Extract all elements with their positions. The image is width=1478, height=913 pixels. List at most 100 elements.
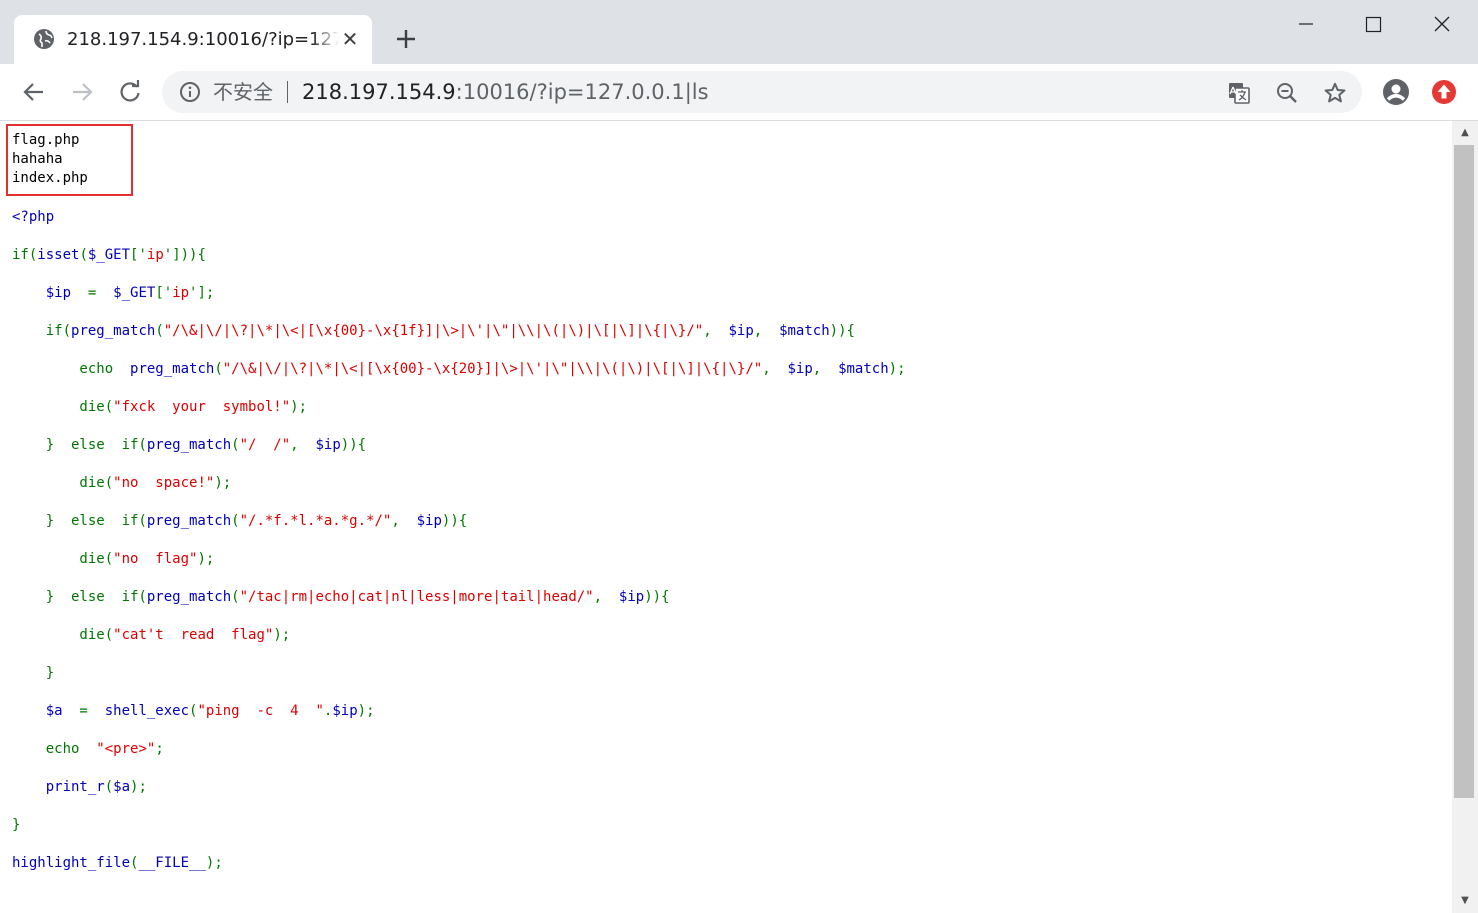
code-token: $ip	[416, 513, 442, 529]
url-host: 218.197.154.9	[302, 80, 456, 104]
url-path: :10016/?ip=127.0.0.1|ls	[455, 80, 709, 104]
minimize-icon[interactable]	[1283, 10, 1329, 38]
code-token: $match	[779, 323, 830, 339]
code-token: "/tac|rm|echo|cat|nl|less|more|tail|head…	[239, 589, 594, 605]
code-token: ,	[290, 437, 316, 453]
code-token: "cat't read flag"	[113, 627, 274, 643]
code-token: $ip	[618, 589, 645, 605]
code-token: if(	[12, 323, 72, 339]
code-token: $ip	[787, 361, 813, 377]
page-content: flag.php hahaha index.php <?php if(isset(…	[0, 121, 1451, 913]
code-token: ,	[812, 361, 839, 377]
vertical-scrollbar[interactable]: ▲ ▼	[1452, 121, 1478, 913]
code-line: highlight_file(__FILE__);	[12, 852, 906, 890]
code-token: die(	[12, 627, 114, 643]
code-token: "<pre>"	[96, 741, 156, 757]
code-token: }	[12, 665, 55, 681]
code-line: die("no flag");	[12, 548, 906, 586]
code-line: } else if(preg_match("/tac|rm|echo|cat|n…	[12, 586, 906, 624]
code-token: )){	[644, 589, 670, 605]
code-line: } else if(preg_match("/.*f.*l.*a.*g.*/",…	[12, 510, 906, 548]
security-label[interactable]: 不安全	[213, 79, 273, 105]
code-token: ;	[155, 741, 164, 757]
forward-arrow-icon[interactable]	[68, 78, 96, 106]
code-line: print_r($a);	[12, 776, 906, 814]
code-token: ,	[593, 589, 619, 605]
browser-tab[interactable]: 218.197.154.9:10016/?ip=127.0.0.1|ls ✕	[14, 15, 372, 64]
command-output: flag.php hahaha index.php	[12, 131, 88, 188]
scroll-down-icon[interactable]: ▼	[1452, 889, 1478, 913]
omnibox-separator	[287, 81, 288, 103]
code-token: __FILE__	[138, 855, 206, 871]
code-token: "/\&|\/|\?|\*|\<|[\x{00}-\x{1f}]|\>|\'|\…	[163, 323, 704, 339]
tab-strip: 218.197.154.9:10016/?ip=127.0.0.1|ls ✕	[0, 0, 1478, 64]
reload-icon[interactable]	[116, 78, 144, 106]
back-arrow-icon[interactable]	[20, 78, 48, 106]
translate-icon[interactable]	[1227, 81, 1251, 105]
code-token: (	[79, 247, 88, 263]
code-line: die("cat't read flag");	[12, 624, 906, 662]
code-token: <?php	[12, 209, 55, 225]
address-bar[interactable]: 不安全 218.197.154.9:10016/?ip=127.0.0.1|ls	[162, 71, 1362, 113]
code-token: preg_match	[130, 361, 215, 377]
code-token: $match	[838, 361, 889, 377]
code-line: }	[12, 814, 906, 852]
code-token: )){	[829, 323, 855, 339]
code-token: =	[62, 703, 105, 719]
code-token: echo	[12, 361, 131, 377]
code-token: "/\&|\/|\?|\*|\<|[\x{00}-\x{20}]|\>|\'|\…	[222, 361, 763, 377]
maximize-icon[interactable]	[1350, 10, 1396, 38]
code-token: $ip	[728, 323, 754, 339]
star-icon[interactable]	[1323, 81, 1347, 105]
code-line: $ip = $_GET['ip'];	[12, 282, 906, 320]
code-line: echo "<pre>";	[12, 738, 906, 776]
zoom-out-icon[interactable]	[1275, 81, 1299, 105]
code-token: } else if(	[12, 437, 147, 453]
code-token: ,	[762, 361, 788, 377]
window-close-icon[interactable]	[1419, 10, 1465, 38]
code-token: "no space!"	[113, 475, 215, 491]
scroll-up-icon[interactable]: ▲	[1452, 121, 1478, 145]
code-token: ['	[155, 285, 173, 301]
code-token: ip	[146, 247, 164, 263]
extension-icon[interactable]	[1431, 79, 1457, 105]
code-line: echo preg_match("/\&|\/|\?|\*|\<|[\x{00}…	[12, 358, 905, 396]
code-token: $_GET	[87, 247, 131, 263]
output-line: flag.php	[12, 132, 80, 148]
code-line: if(isset($_GET['ip'])){	[12, 244, 906, 282]
code-token: die(	[12, 551, 114, 567]
info-icon[interactable]	[179, 81, 201, 103]
code-token: );	[197, 551, 215, 567]
browser-toolbar: 不安全 218.197.154.9:10016/?ip=127.0.0.1|ls	[0, 64, 1478, 121]
code-token: =	[71, 285, 114, 301]
code-token: echo	[12, 741, 97, 757]
code-token: (	[104, 779, 114, 795]
code-token: "fxck your symbol!"	[113, 399, 291, 415]
globe-icon	[33, 28, 55, 50]
code-token: );	[130, 779, 147, 795]
url-text[interactable]: 218.197.154.9:10016/?ip=127.0.0.1|ls	[302, 78, 709, 106]
code-token: (	[231, 437, 240, 453]
code-token: ['	[130, 247, 147, 263]
tab-close-icon[interactable]: ✕	[339, 28, 361, 50]
code-line: } else if(preg_match("/ /", $ip)){	[12, 434, 906, 472]
code-line: $a = shell_exec("ping -c 4 ".$ip);	[12, 700, 906, 738]
code-token: (	[214, 361, 223, 377]
code-token: preg_match	[146, 437, 232, 453]
code-token: );	[290, 399, 308, 415]
code-token: } else if(	[12, 513, 147, 529]
code-token: "/ /"	[239, 437, 291, 453]
code-token: )){	[441, 513, 468, 529]
code-token: ,	[391, 513, 417, 529]
scrollbar-thumb[interactable]	[1454, 145, 1474, 798]
profile-icon[interactable]	[1382, 78, 1410, 106]
code-token: );	[205, 855, 223, 871]
new-tab-plus-icon[interactable]	[393, 26, 419, 52]
code-token: )){	[340, 437, 367, 453]
code-token: "ping -c 4 "	[197, 703, 324, 719]
code-token: "/.*f.*l.*a.*g.*/"	[239, 513, 392, 529]
output-line: index.php	[12, 170, 88, 186]
